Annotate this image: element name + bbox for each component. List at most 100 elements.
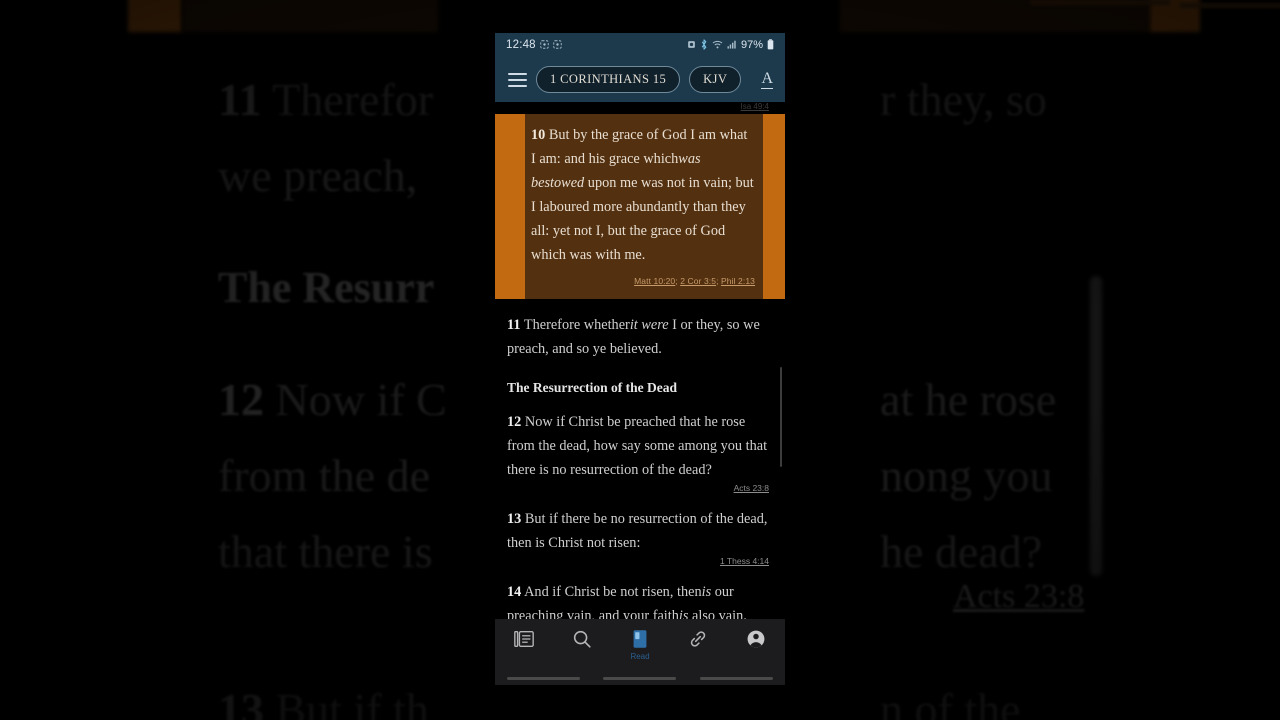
notification-icon-1-svg — [540, 39, 549, 49]
bg-xref-underline-2 — [1180, 3, 1280, 8]
bg-line-0-num: 11 — [218, 74, 262, 125]
bg-line-10: n of the — [880, 672, 1021, 720]
xref-acts-23-8[interactable]: Acts 23:8 — [734, 483, 769, 493]
alarm-icon — [687, 40, 696, 51]
status-bar-left: 12:48 — [506, 39, 562, 51]
bg-line-5: 13 But if th — [218, 672, 429, 720]
search-icon — [573, 630, 591, 648]
bg-line-7-text: at he rose — [880, 374, 1057, 425]
verse-text-part-1-italic: is — [701, 584, 712, 600]
content-scrollbar[interactable] — [779, 367, 782, 467]
xref-matt-10-20[interactable]: Matt 10:20 — [634, 276, 675, 286]
gesture-bar-home[interactable] — [603, 676, 677, 680]
bg-xref-underline — [1030, 0, 1170, 5]
section-heading: The Resurrection of the Dead — [507, 380, 677, 395]
verse-12[interactable]: 12 Now if Christ be preached that he ros… — [495, 410, 785, 482]
verse-text-part-1-italic: it were — [629, 317, 669, 333]
translation-selector-button[interactable]: KJV — [689, 66, 742, 93]
verse-13[interactable]: 13 But if there be no resurrection of th… — [495, 507, 785, 555]
verse-text-part-0: Therefore whether — [523, 317, 630, 333]
highlight-right-bar — [763, 114, 785, 299]
signal-icon — [727, 40, 737, 51]
status-bar-right: 97% — [687, 38, 774, 52]
nav-item-search[interactable]: Search — [553, 628, 611, 650]
peek-cross-reference[interactable]: Isa 49:4 — [495, 102, 785, 111]
nav-item-account[interactable]: Account — [727, 628, 785, 650]
bg-line-6-text: r they, so — [880, 74, 1047, 125]
book-read-icon — [633, 630, 647, 648]
highlighted-verse-body: 10 But by the grace of God I am what I a… — [525, 114, 763, 299]
alarm-icon-svg — [688, 40, 695, 48]
verse-number: 14 — [507, 584, 522, 600]
bg-xref-text: Acts 23:8 — [953, 578, 1085, 615]
phone-viewport: 12:48 97% 1 CORINTHIANS 15 KJV A Isa 49:… — [495, 33, 785, 685]
highlighted-verse-cross-references[interactable]: Matt 10:20; 2 Cor 3:5; Phil 2:13 — [531, 269, 755, 293]
bg-line-2: 12 Now if C — [218, 362, 447, 438]
wifi-icon-svg — [712, 40, 723, 48]
gesture-bar-recents[interactable] — [700, 676, 774, 680]
notification-icon-2 — [553, 39, 562, 51]
bg-xref-acts: Acts 23:8 — [953, 578, 1084, 616]
verse-11[interactable]: 11 Therefore whetherit were I or they, s… — [495, 313, 785, 361]
bluetooth-icon-svg — [701, 38, 707, 50]
verse-13-cross-references[interactable]: 1 Thess 4:14 — [495, 556, 785, 566]
verse-text-part-0: And if Christ be not risen, then — [524, 584, 702, 600]
nav-label-read: Read — [630, 652, 650, 661]
account-person-icon — [747, 630, 765, 648]
bg-line-9-text: he dead? — [880, 526, 1043, 577]
notification-icon-1 — [540, 39, 549, 51]
bg-line-1: we preach, — [218, 138, 417, 214]
bg-line-2-text: Now if C — [264, 374, 447, 425]
bg-scrollbar — [1090, 276, 1102, 576]
nav-item-library[interactable]: Library — [495, 628, 553, 650]
bg-line-5-num: 13 — [218, 684, 264, 720]
bg-line-4: that there is — [218, 514, 433, 590]
bg-line-1-text: we preach, — [218, 150, 418, 201]
reference-selector-button[interactable]: 1 CORINTHIANS 15 — [536, 66, 681, 93]
highlighted-verse-10[interactable]: 10 But by the grace of God I am what I a… — [495, 114, 785, 299]
bg-line-3: from the de — [218, 438, 430, 514]
bg-line-10-text: n of the — [880, 684, 1021, 720]
nav-item-links[interactable]: Links — [669, 628, 727, 650]
bg-heading: The Resurr — [218, 262, 434, 313]
battery-icon — [767, 38, 774, 52]
bg-line-0: 11 Therefor — [218, 62, 433, 138]
hamburger-line-3 — [508, 84, 527, 87]
highlight-left-bar — [495, 114, 525, 299]
hamburger-line-2 — [508, 78, 527, 81]
bg-line-5-text: But if th — [264, 684, 429, 720]
signal-icon-svg — [727, 40, 736, 49]
verse-number: 11 — [507, 317, 521, 333]
gesture-navigation-area — [495, 671, 785, 685]
bg-highlight-body — [182, 0, 438, 32]
verse-number: 10 — [531, 127, 546, 143]
bg-line-0-text: Therefor — [261, 74, 434, 125]
app-toolbar: 1 CORINTHIANS 15 KJV A — [495, 57, 785, 102]
gesture-bar-back[interactable] — [506, 676, 580, 680]
bg-line-4-text: that there is — [218, 526, 433, 577]
verse-number: 12 — [507, 414, 522, 430]
notification-icon-2-svg — [553, 39, 562, 49]
hamburger-menu-icon[interactable] — [508, 72, 527, 87]
bg-line-8-text: nong you — [880, 450, 1053, 501]
bg-line-6: r they, so — [880, 62, 1047, 138]
scripture-content: Isa 49:4 10 But by the grace of God I am… — [495, 102, 785, 655]
xref-2-cor-3-5[interactable]: 2 Cor 3:5 — [680, 276, 716, 286]
status-bar: 12:48 97% — [495, 33, 785, 57]
xref-1-thess-4-14[interactable]: 1 Thess 4:14 — [720, 556, 769, 566]
verse-number: 13 — [507, 511, 522, 527]
font-size-button[interactable]: A — [761, 70, 773, 89]
bg-line-2-num: 12 — [218, 374, 264, 425]
scripture-scroll-area[interactable]: Isa 49:4 10 But by the grace of God I am… — [495, 102, 785, 655]
hamburger-line-1 — [508, 72, 527, 75]
nav-item-read[interactable]: Read — [611, 628, 669, 661]
bg-line-3-text: from the de — [218, 450, 431, 501]
bg-line-7: at he rose — [880, 362, 1056, 438]
link-chain-icon — [690, 631, 706, 647]
battery-percentage: 97% — [740, 39, 763, 51]
verse-text-part-0: But if there be no resurrection of the d… — [507, 511, 768, 551]
library-books-icon — [514, 630, 534, 648]
status-bar-clock: 12:48 — [506, 39, 536, 51]
verse-12-cross-references[interactable]: Acts 23:8 — [495, 483, 785, 493]
xref-phil-2-13[interactable]: Phil 2:13 — [721, 276, 755, 286]
